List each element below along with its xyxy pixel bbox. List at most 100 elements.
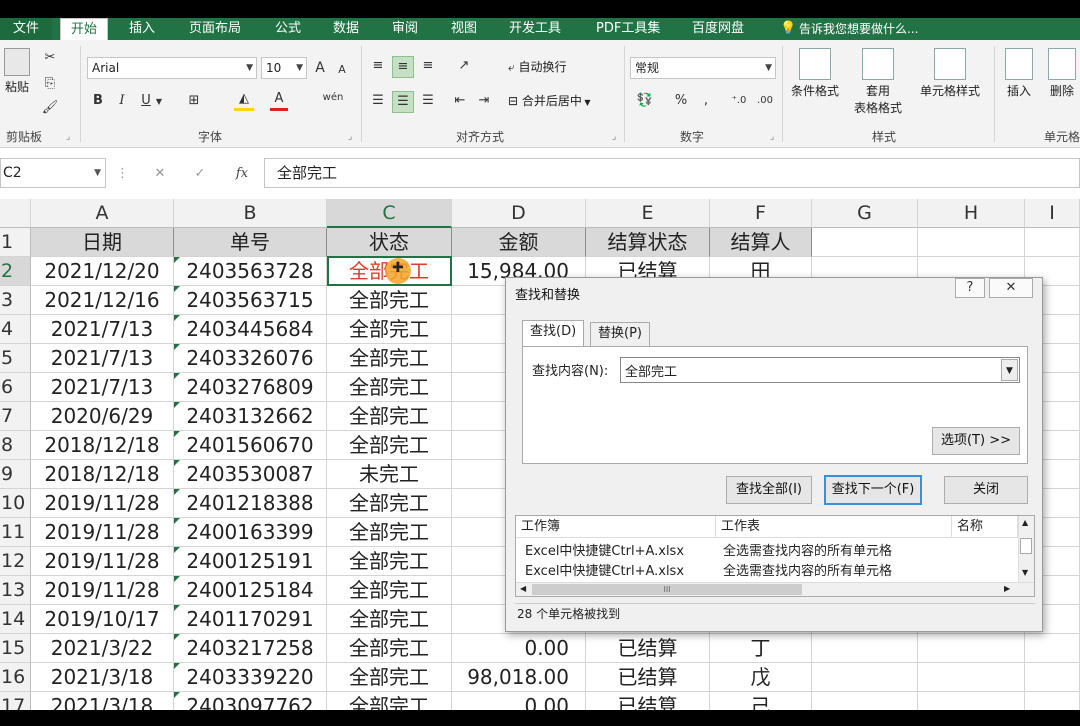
align-middle-icon[interactable]: ≡ bbox=[392, 56, 414, 78]
row-header[interactable]: 4 bbox=[0, 315, 31, 344]
scroll-thumb[interactable]: III bbox=[532, 584, 802, 595]
cell[interactable]: 全部完工 bbox=[327, 663, 452, 692]
scroll-down-icon[interactable]: ▼ bbox=[1022, 568, 1028, 577]
result-sheet[interactable]: 全选需查找内容的所有单元格 bbox=[723, 543, 892, 561]
cell[interactable]: 全部完工 bbox=[327, 605, 452, 634]
decrease-indent-icon[interactable]: ⇤ bbox=[450, 91, 470, 111]
row-header[interactable]: 7 bbox=[0, 402, 31, 431]
accounting-format-icon[interactable]: 💱 bbox=[632, 91, 658, 111]
column-header[interactable]: H bbox=[918, 199, 1025, 228]
cell[interactable]: 全部完工 bbox=[327, 286, 452, 315]
find-next-button[interactable]: 查找下一个(F) bbox=[824, 475, 922, 505]
cell[interactable]: 全部完工 bbox=[327, 373, 452, 402]
row-header[interactable]: 2 bbox=[0, 257, 31, 286]
cell[interactable]: 全部完工 bbox=[327, 344, 452, 373]
cell[interactable]: 2020/6/29 bbox=[31, 402, 174, 431]
column-header[interactable]: C bbox=[327, 199, 452, 228]
scroll-up-icon[interactable]: ▲ bbox=[1022, 518, 1028, 527]
cell[interactable]: 2018/12/18 bbox=[31, 431, 174, 460]
cell[interactable]: 2403530087 bbox=[174, 460, 327, 489]
clipboard-launcher-icon[interactable]: ⌟ bbox=[66, 132, 70, 142]
column-header[interactable]: E bbox=[586, 199, 710, 228]
cell[interactable] bbox=[918, 228, 1025, 257]
insert-cells-button[interactable]: 插入 bbox=[1000, 48, 1038, 99]
cell[interactable]: 全部完工 bbox=[327, 547, 452, 576]
result-workbook[interactable]: Excel中快捷键Ctrl+A.xlsx bbox=[525, 543, 684, 561]
paste-button[interactable]: 粘贴 bbox=[2, 48, 32, 95]
format-as-table-button[interactable]: 套用 表格格式 bbox=[846, 48, 910, 116]
bold-button[interactable]: B bbox=[90, 91, 106, 111]
enter-icon[interactable]: ✓ bbox=[190, 164, 210, 184]
italic-button[interactable]: I bbox=[114, 91, 130, 111]
row-header[interactable]: 16 bbox=[0, 663, 31, 692]
help-button[interactable]: ? bbox=[955, 278, 985, 298]
cell[interactable]: 2403276809 bbox=[174, 373, 327, 402]
options-button[interactable]: 选项(T) >> bbox=[932, 427, 1020, 455]
cell[interactable]: 2401218388 bbox=[174, 489, 327, 518]
tab-find[interactable]: 查找(D) bbox=[522, 320, 585, 347]
phonetic-guide-button[interactable]: wén bbox=[320, 88, 346, 108]
column-header[interactable]: F bbox=[710, 199, 812, 228]
results-col-workbook[interactable]: 工作簿 bbox=[516, 516, 716, 538]
cell[interactable]: 2403563715 bbox=[174, 286, 327, 315]
cell[interactable]: 2403445684 bbox=[174, 315, 327, 344]
tab-data[interactable]: 数据 bbox=[333, 18, 363, 40]
font-name-select[interactable]: Arial ▼ bbox=[87, 57, 257, 79]
cell[interactable]: 2400125191 bbox=[174, 547, 327, 576]
tab-developer[interactable]: 开发工具 bbox=[509, 18, 569, 40]
scroll-right-icon[interactable]: ▶ bbox=[1004, 584, 1010, 593]
cell[interactable]: 2021/7/13 bbox=[31, 315, 174, 344]
align-top-icon[interactable]: ≡ bbox=[368, 56, 388, 76]
results-vertical-scrollbar[interactable]: ▲ ▼ bbox=[1018, 516, 1034, 582]
comma-style-icon[interactable]: , bbox=[698, 91, 714, 111]
cell[interactable]: 2021/12/16 bbox=[31, 286, 174, 315]
cancel-icon[interactable]: ✕ bbox=[150, 164, 170, 184]
cell[interactable]: 2021/7/13 bbox=[31, 344, 174, 373]
cell[interactable]: 全部完工 bbox=[327, 431, 452, 460]
alignment-launcher-icon[interactable]: ⌟ bbox=[612, 132, 616, 142]
row-header[interactable]: 1 bbox=[0, 228, 31, 257]
number-launcher-icon[interactable]: ⌟ bbox=[770, 132, 774, 142]
row-header[interactable]: 6 bbox=[0, 373, 31, 402]
cut-icon[interactable]: ✂ bbox=[40, 48, 60, 68]
row-header[interactable]: 9 bbox=[0, 460, 31, 489]
decrease-decimal-icon[interactable]: .00 bbox=[754, 91, 776, 111]
close-button[interactable]: 关闭 bbox=[944, 476, 1028, 504]
percent-style-button[interactable]: % bbox=[672, 91, 690, 111]
wrap-text-button[interactable]: ⤶ 自动换行 bbox=[508, 57, 608, 77]
row-header[interactable]: 10 bbox=[0, 489, 31, 518]
cell[interactable] bbox=[918, 634, 1025, 663]
cell[interactable]: 全部完工 bbox=[327, 315, 452, 344]
cell[interactable]: 单号 bbox=[174, 228, 327, 257]
cell[interactable]: 全部完工 bbox=[327, 576, 452, 605]
row-header[interactable]: 5 bbox=[0, 344, 31, 373]
cell[interactable]: 0.00 bbox=[452, 634, 586, 663]
cell[interactable]: 全部完工 bbox=[327, 489, 452, 518]
cell[interactable] bbox=[1025, 634, 1080, 663]
border-icon[interactable]: ⊞ bbox=[184, 91, 204, 111]
font-size-select[interactable]: 10 ▼ bbox=[261, 57, 307, 79]
select-all-corner[interactable] bbox=[0, 199, 31, 228]
increase-decimal-icon[interactable]: ⁺.0 bbox=[728, 91, 750, 111]
tab-pdf-tools[interactable]: PDF工具集 bbox=[596, 18, 664, 40]
cell[interactable]: 2403563728 bbox=[174, 257, 327, 286]
format-painter-icon[interactable]: 🖌 bbox=[40, 98, 60, 118]
cell[interactable]: 全部完工 bbox=[327, 518, 452, 547]
cell[interactable]: 结算状态 bbox=[586, 228, 710, 257]
cell[interactable]: 2019/10/17 bbox=[31, 605, 174, 634]
cell[interactable]: 未完工 bbox=[327, 460, 452, 489]
result-sheet[interactable]: 全选需查找内容的所有单元格 bbox=[723, 563, 892, 581]
increase-indent-icon[interactable]: ⇥ bbox=[474, 91, 494, 111]
underline-button[interactable]: U bbox=[138, 91, 154, 111]
cell[interactable] bbox=[812, 663, 918, 692]
column-header[interactable]: B bbox=[174, 199, 327, 228]
results-col-sheet[interactable]: 工作表 bbox=[716, 516, 952, 538]
cell[interactable]: 2400163399 bbox=[174, 518, 327, 547]
results-list[interactable]: 工作簿 工作表 名称 Excel中快捷键Ctrl+A.xlsx 全选需查找内容的… bbox=[515, 515, 1035, 597]
chevron-down-icon[interactable]: ▼ bbox=[154, 92, 164, 112]
copy-icon[interactable]: ⎘ bbox=[40, 74, 60, 94]
row-header[interactable]: 12 bbox=[0, 547, 31, 576]
cell[interactable]: 戊 bbox=[710, 663, 812, 692]
cell[interactable]: 2019/11/28 bbox=[31, 547, 174, 576]
tell-me-box[interactable]: 告诉我您想要做什么... bbox=[799, 18, 939, 40]
